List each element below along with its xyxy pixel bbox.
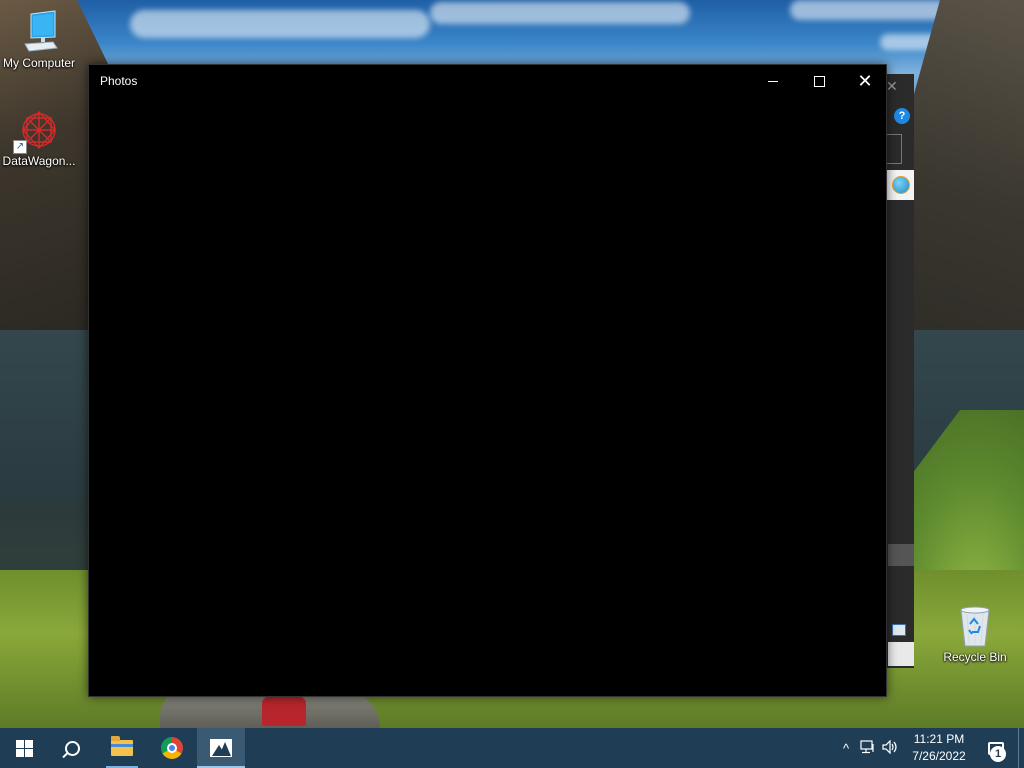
maximize-icon: [813, 75, 825, 87]
windows-logo-icon: [15, 739, 33, 757]
desktop-icon-my-computer[interactable]: My Computer: [0, 10, 80, 70]
show-hidden-icons-chevron-icon[interactable]: ^: [836, 741, 856, 756]
volume-icon[interactable]: [880, 739, 902, 757]
photos-window[interactable]: Photos ✕: [88, 64, 887, 697]
recycle-bin-icon: [953, 604, 997, 648]
clock-date: 7/26/2022: [912, 749, 966, 763]
clock[interactable]: 11:21 PM 7/26/2022: [906, 731, 972, 765]
photo-viewer-canvas[interactable]: [89, 97, 886, 696]
datawagon-shortcut-icon: ↗: [13, 108, 61, 154]
desktop-icon-label: My Computer: [2, 56, 76, 70]
clock-time: 11:21 PM: [913, 732, 965, 746]
show-desktop-button[interactable]: [1018, 728, 1024, 768]
minimize-button[interactable]: [750, 65, 796, 97]
window-title: Photos: [100, 74, 138, 88]
search-icon: [64, 740, 80, 756]
shortcut-arrow-icon: ↗: [13, 140, 27, 154]
title-bar[interactable]: Photos ✕: [89, 65, 886, 97]
globe-icon[interactable]: [886, 170, 914, 200]
help-icon[interactable]: ?: [894, 108, 910, 124]
taskbar-chrome[interactable]: [148, 728, 196, 768]
maximize-button[interactable]: [796, 65, 842, 97]
scroll-region[interactable]: [888, 544, 914, 566]
desktop-icon-datawagon[interactable]: ↗ DataWagon...: [0, 108, 80, 168]
system-tray: ^: [836, 728, 906, 768]
folder-icon: [111, 736, 133, 756]
chrome-icon: [161, 737, 183, 759]
desktop-icon-recycle-bin[interactable]: Recycle Bin: [934, 604, 1016, 664]
notification-count-badge: 1: [990, 746, 1006, 762]
desktop-icon-label: DataWagon...: [2, 154, 76, 168]
monitor-icon: [17, 10, 61, 54]
close-button[interactable]: ✕: [842, 65, 888, 97]
close-icon: ✕: [857, 71, 873, 91]
photos-icon: [210, 739, 232, 757]
resize-grip[interactable]: [888, 642, 914, 666]
start-button[interactable]: [0, 728, 48, 768]
taskbar-file-explorer[interactable]: [98, 728, 146, 768]
taskbar-photos[interactable]: [197, 728, 245, 768]
minimize-icon: [768, 80, 778, 82]
desktop-icon-label: Recycle Bin: [943, 650, 1007, 664]
search-button[interactable]: [48, 728, 96, 768]
taskbar: ^ 11:21 PM 7/26/2022: [0, 728, 1024, 768]
network-icon[interactable]: [856, 739, 880, 757]
window-icon[interactable]: [892, 624, 906, 636]
